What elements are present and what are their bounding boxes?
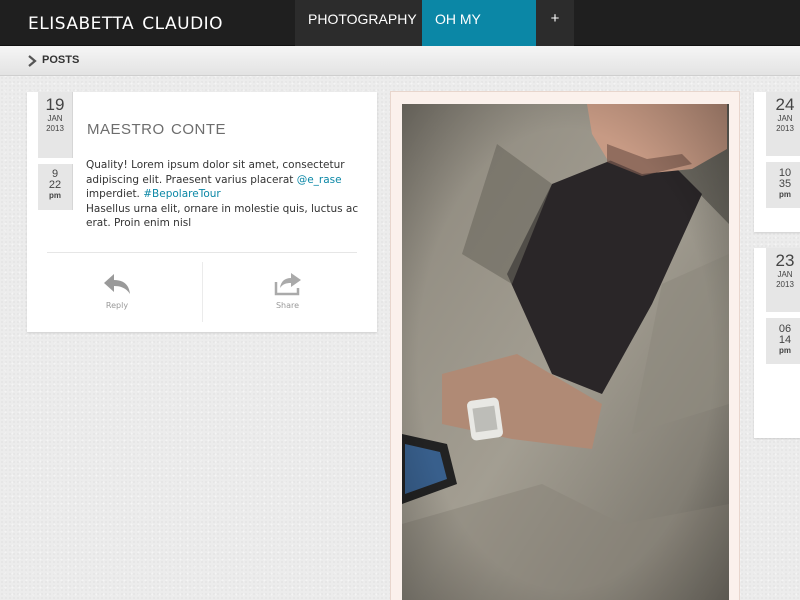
photo-image xyxy=(402,104,729,600)
nav-item-photography[interactable]: PHOTOGRAPHY xyxy=(295,0,422,46)
side-post-time-ampm: pm xyxy=(779,190,791,199)
nav-item-blog[interactable]: OH MY BLOG! xyxy=(422,0,536,65)
reply-icon xyxy=(104,274,130,294)
side-post-date-month: Jan xyxy=(777,112,793,124)
reply-button[interactable]: Reply xyxy=(32,262,202,322)
post-body: Quality! Lorem ipsum dolor sit amet, con… xyxy=(86,158,361,231)
share-icon xyxy=(274,273,301,296)
post-date-year: 2013 xyxy=(46,124,64,133)
chevron-right-icon xyxy=(28,55,37,67)
side-post-date-box: 24 Jan 2013 xyxy=(766,92,800,156)
side-post-time-box: 06 14 pm xyxy=(766,318,800,364)
side-post-date-day: 24 xyxy=(775,95,795,114)
side-post-card: 23 Jan 2013 06 14 pm xyxy=(754,248,800,438)
breadcrumb-posts[interactable]: POSTS xyxy=(42,54,79,66)
nav-item-more[interactable]: + xyxy=(536,0,574,46)
share-button[interactable]: Share xyxy=(202,262,372,322)
post-body-text-2: imperdiet. xyxy=(86,188,144,200)
photo-card xyxy=(390,91,740,600)
site-brand[interactable]: elisabetta claudio xyxy=(28,7,223,35)
share-label: Share xyxy=(275,301,300,310)
card-divider xyxy=(47,252,357,253)
side-post-card: 24 Jan 2013 10 35 pm xyxy=(754,92,800,232)
side-post-time-box: 10 35 pm xyxy=(766,162,800,208)
side-post-time-ampm: pm xyxy=(779,346,791,355)
post-time-minute: 22 xyxy=(48,179,62,191)
post-date-day: 19 xyxy=(45,95,65,114)
post-time-ampm: pm xyxy=(49,191,61,200)
side-post-date-day: 23 xyxy=(775,251,795,270)
post-date-month: Jan xyxy=(47,112,63,124)
post-title[interactable]: maestro conte xyxy=(87,116,226,140)
side-post-date-year: 2013 xyxy=(776,124,794,133)
post-card: 19 Jan 2013 9 22 pm maestro conte Qualit… xyxy=(27,92,377,332)
side-post-date-month: Jan xyxy=(777,268,793,280)
mention-link[interactable]: @e_rase xyxy=(297,174,342,186)
post-time-box: 9 22 pm xyxy=(38,164,73,210)
breadcrumb: POSTS xyxy=(0,46,800,76)
reply-label: Reply xyxy=(105,301,129,310)
side-post-date-box: 23 Jan 2013 xyxy=(766,248,800,312)
post-body-text-3: Hasellus urna elit, ornare in molestie q… xyxy=(86,202,359,230)
side-post-time-minute: 35 xyxy=(778,178,792,190)
post-photo[interactable] xyxy=(402,104,729,600)
top-navigation-bar: elisabetta claudio PHOTOGRAPHY OH MY BLO… xyxy=(0,0,800,65)
side-post-time-minute: 14 xyxy=(778,334,792,346)
side-post-date-year: 2013 xyxy=(776,280,794,289)
hashtag-link[interactable]: #BepolareTour xyxy=(143,188,220,200)
post-date-box: 19 Jan 2013 xyxy=(38,92,73,158)
